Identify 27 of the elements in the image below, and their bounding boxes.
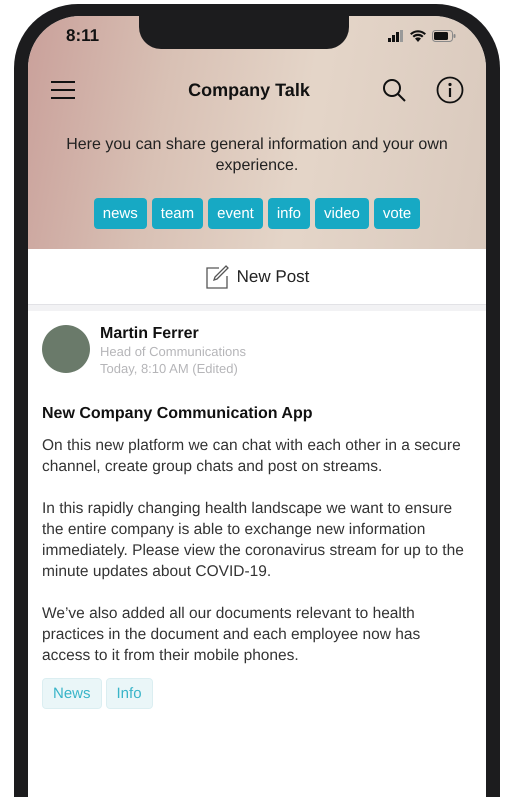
search-icon[interactable] — [382, 78, 406, 102]
new-post-button[interactable]: New Post — [28, 249, 486, 305]
wifi-icon — [410, 30, 426, 42]
post-paragraph: On this new platform we can chat with each other in a secure channel, create group chats and post on streams. — [42, 436, 462, 477]
post-tag[interactable]: Info — [106, 678, 153, 709]
category-chip[interactable]: event — [208, 198, 263, 229]
post-tag[interactable]: News — [42, 678, 102, 709]
post-paragraph: We’ve also added all our documents relevant to health practices in the document and each employee now has access to it from their mobile phones. — [42, 604, 422, 666]
category-chip[interactable]: news — [94, 198, 147, 229]
post-paragraph: In this rapidly changing health landscape we want to ensure the entire company is able to exchange new information immediately. Please view the coronavirus stream for up to the minute updates about COVID-19. — [42, 499, 465, 582]
category-chip[interactable]: video — [315, 198, 369, 229]
header-description: Here you can share general information and your own experience. — [65, 135, 449, 176]
menu-icon[interactable] — [50, 80, 76, 100]
category-chip[interactable]: team — [152, 198, 204, 229]
avatar — [42, 325, 90, 373]
post-time: Today, 8:10 AM (Edited) — [100, 360, 239, 377]
app-title: Company Talk — [188, 80, 310, 100]
info-icon[interactable] — [436, 76, 464, 104]
author-name: Martin Ferrer — [100, 325, 200, 343]
battery-icon — [432, 30, 456, 42]
category-chip[interactable]: info — [268, 198, 310, 229]
author-role: Head of Communications — [100, 343, 246, 360]
post-title: New Company Communication App — [42, 405, 314, 423]
signal-icon — [388, 30, 404, 42]
pencil-icon — [204, 264, 229, 288]
status-time: 8:11 — [66, 26, 100, 46]
category-chip[interactable]: vote — [374, 198, 420, 229]
